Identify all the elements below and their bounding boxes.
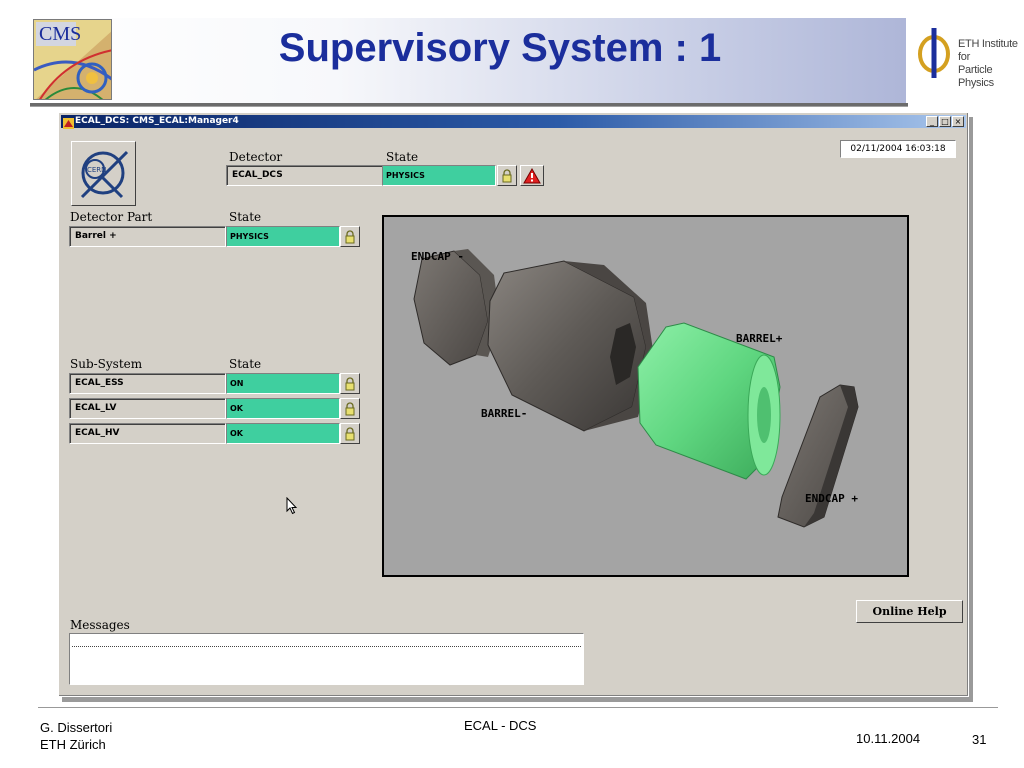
footer-divider bbox=[38, 707, 998, 708]
detector-visualization[interactable]: ENDCAP - BARREL+ BARREL- ENDCAP + bbox=[382, 215, 909, 577]
footer-date: 10.11.2004 bbox=[856, 731, 921, 746]
detector-state-header: State bbox=[386, 150, 419, 164]
cms-logo: CMS bbox=[33, 19, 112, 100]
messages-label: Messages bbox=[70, 618, 130, 632]
detector-part-header: Detector Part bbox=[70, 210, 153, 224]
endcap-plus-shape[interactable] bbox=[777, 384, 859, 528]
header-divider bbox=[30, 103, 908, 106]
messages-box[interactable] bbox=[69, 633, 584, 685]
eth-logo-line1: ETH Institute for bbox=[958, 38, 1018, 63]
sub-system-name-field: ECAL_ESS bbox=[69, 373, 226, 394]
barrel-minus-label: BARREL- bbox=[481, 407, 528, 420]
sub-system-state-field[interactable]: ON bbox=[226, 373, 340, 394]
detector-state-field[interactable]: PHYSICS bbox=[382, 165, 496, 186]
sub-system-lock-button[interactable] bbox=[340, 373, 360, 394]
detector-part-name-field: Barrel + bbox=[69, 226, 226, 247]
sub-system-header: Sub-System bbox=[70, 357, 143, 371]
endcap-minus-label: ENDCAP - bbox=[411, 250, 464, 263]
sub-system-name-field: ECAL_HV bbox=[69, 423, 226, 444]
app-icon bbox=[63, 116, 74, 129]
detector-part-lock-button[interactable] bbox=[340, 226, 360, 247]
lock-icon bbox=[345, 401, 355, 415]
footer-center-text: ECAL - DCS bbox=[464, 718, 537, 733]
warning-icon bbox=[523, 167, 541, 183]
barrel-plus-shape[interactable] bbox=[637, 322, 781, 480]
messages-divider bbox=[72, 646, 581, 647]
lock-icon bbox=[345, 426, 355, 440]
footer-author: G. Dissertori bbox=[40, 720, 113, 735]
online-help-button[interactable]: Online Help bbox=[856, 600, 963, 623]
sub-system-state-field[interactable]: OK bbox=[226, 398, 340, 419]
page-number: 31 bbox=[972, 732, 987, 747]
svg-text:CERN: CERN bbox=[87, 166, 106, 174]
lock-icon bbox=[345, 376, 355, 390]
detector-part-state-header: State bbox=[229, 210, 262, 224]
sub-system-lock-button[interactable] bbox=[340, 398, 360, 419]
eth-logo-line2: Particle Physics bbox=[958, 64, 994, 89]
ecal-dcs-window: ECAL_DCS: CMS_ECAL:Manager4 _ □ × CERN D… bbox=[58, 112, 969, 697]
sub-system-name-field: ECAL_LV bbox=[69, 398, 226, 419]
endcap-plus-label: ENDCAP + bbox=[805, 492, 858, 505]
detector-lock-button[interactable] bbox=[497, 165, 517, 186]
minimize-button[interactable]: _ bbox=[926, 116, 938, 127]
detector-name-field: ECAL_DCS bbox=[226, 165, 383, 186]
cern-logo: CERN bbox=[71, 141, 136, 206]
window-title: ECAL_DCS: CMS_ECAL:Manager4 bbox=[75, 116, 239, 126]
sub-system-state-field[interactable]: OK bbox=[226, 423, 340, 444]
lock-icon bbox=[345, 229, 355, 243]
sub-system-lock-button[interactable] bbox=[340, 423, 360, 444]
mouse-cursor-icon bbox=[286, 496, 298, 520]
slide-title: Supervisory System : 1 bbox=[278, 26, 722, 70]
lock-icon bbox=[502, 168, 512, 182]
sub-system-state-header: State bbox=[229, 357, 262, 371]
cms-logo-text: CMS bbox=[39, 23, 82, 45]
detector-header: Detector bbox=[229, 150, 283, 164]
eth-logo-text: ETH Institute for Particle Physics bbox=[958, 38, 1024, 90]
close-button[interactable]: × bbox=[952, 116, 964, 127]
detector-part-state-field[interactable]: PHYSICS bbox=[226, 226, 340, 247]
footer-institution: ETH Zürich bbox=[40, 737, 106, 752]
endcap-minus-shape[interactable] bbox=[413, 249, 500, 366]
maximize-button[interactable]: □ bbox=[939, 116, 951, 127]
datetime-display: 02/11/2004 16:03:18 bbox=[840, 140, 956, 158]
barrel-minus-shape[interactable] bbox=[487, 260, 654, 432]
detector-alarm-button[interactable] bbox=[520, 165, 544, 186]
barrel-plus-label: BARREL+ bbox=[736, 332, 783, 345]
window-titlebar[interactable]: ECAL_DCS: CMS_ECAL:Manager4 _ □ × bbox=[61, 115, 966, 129]
